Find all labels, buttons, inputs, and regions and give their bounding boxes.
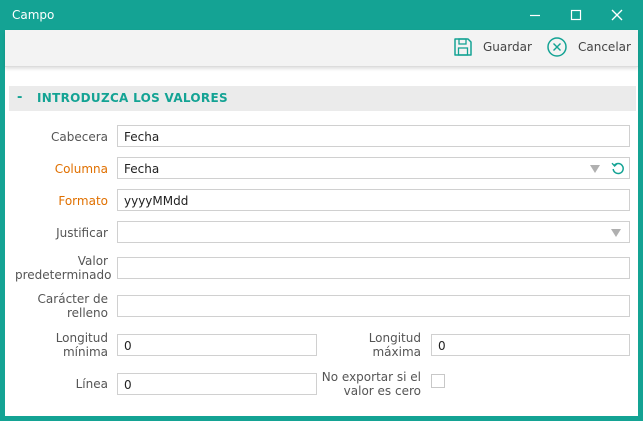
refresh-icon[interactable]: [611, 161, 625, 175]
save-icon: [454, 38, 472, 56]
no-exportar-label: No exportar si el valor es cero: [315, 370, 421, 398]
close-window-button[interactable]: [597, 0, 637, 30]
dropdown-arrow-icon: [590, 165, 600, 173]
save-button[interactable]: Guardar: [452, 36, 534, 60]
no-exportar-label-line2: valor es cero: [343, 384, 421, 398]
maximize-icon: [570, 9, 582, 21]
section-title: INTRODUZCA LOS VALORES: [37, 91, 228, 105]
valor-predeterminado-label-line2: predeterminado: [15, 268, 112, 282]
longitud-maxima-label: Longitud máxima: [325, 331, 421, 359]
cancel-icon: [547, 37, 567, 57]
formato-value: yyyyMMdd: [124, 194, 189, 208]
longitud-maxima-label-line1: Longitud: [368, 331, 421, 345]
dialog-window: Campo Guardar Cancelar - INTRODUZCA LOS …: [0, 0, 643, 421]
dialog-content: Guardar Cancelar - INTRODUZCA LOS VALORE…: [5, 30, 638, 416]
section-header[interactable]: - INTRODUZCA LOS VALORES: [9, 86, 636, 111]
dropdown-arrow-icon: [611, 229, 621, 237]
collapse-toggle[interactable]: -: [17, 90, 22, 105]
linea-label: Línea: [75, 377, 108, 391]
save-label: Guardar: [483, 40, 532, 54]
longitud-minima-label: Longitud mínima: [15, 331, 108, 359]
window-title: Campo: [12, 8, 55, 22]
longitud-maxima-input[interactable]: 0: [431, 334, 630, 356]
formato-input[interactable]: yyyyMMdd: [117, 189, 630, 211]
valor-predeterminado-input[interactable]: [117, 257, 630, 279]
linea-input[interactable]: 0: [117, 373, 317, 395]
caracter-relleno-label-line1: Carácter de: [37, 292, 108, 306]
cancel-button[interactable]: Cancelar: [546, 36, 634, 60]
caracter-relleno-label: Carácter de relleno: [15, 292, 108, 320]
justificar-label: Justificar: [56, 226, 108, 240]
columna-select[interactable]: Fecha: [117, 157, 630, 179]
title-bar[interactable]: Campo: [0, 0, 643, 30]
caracter-relleno-input[interactable]: [117, 295, 630, 317]
no-exportar-label-line1: No exportar si el: [321, 370, 421, 384]
close-icon: [611, 9, 623, 21]
maximize-button[interactable]: [556, 0, 596, 30]
justificar-select[interactable]: [117, 221, 630, 243]
minimize-button[interactable]: [515, 0, 555, 30]
toolbar: Guardar Cancelar: [5, 30, 638, 67]
no-exportar-checkbox[interactable]: [431, 374, 445, 388]
valor-predeterminado-label: Valor predeterminado: [15, 254, 112, 282]
cabecera-label: Cabecera: [51, 130, 108, 144]
cancel-label: Cancelar: [578, 40, 631, 54]
formato-label: Formato: [58, 194, 108, 208]
caracter-relleno-label-line2: relleno: [66, 306, 108, 320]
longitud-maxima-label-line2: máxima: [372, 345, 421, 359]
columna-label: Columna: [54, 162, 108, 176]
longitud-maxima-value: 0: [438, 339, 446, 353]
cabecera-value: Fecha: [124, 130, 160, 144]
longitud-minima-input[interactable]: 0: [117, 334, 317, 356]
valor-predeterminado-label-line1: Valor: [77, 254, 108, 268]
longitud-minima-label-line1: Longitud: [55, 331, 108, 345]
longitud-minima-label-line2: mínima: [62, 345, 108, 359]
cabecera-input[interactable]: Fecha: [117, 125, 630, 147]
minimize-icon: [530, 14, 540, 17]
linea-value: 0: [124, 378, 132, 392]
columna-value: Fecha: [124, 162, 160, 176]
longitud-minima-value: 0: [124, 339, 132, 353]
